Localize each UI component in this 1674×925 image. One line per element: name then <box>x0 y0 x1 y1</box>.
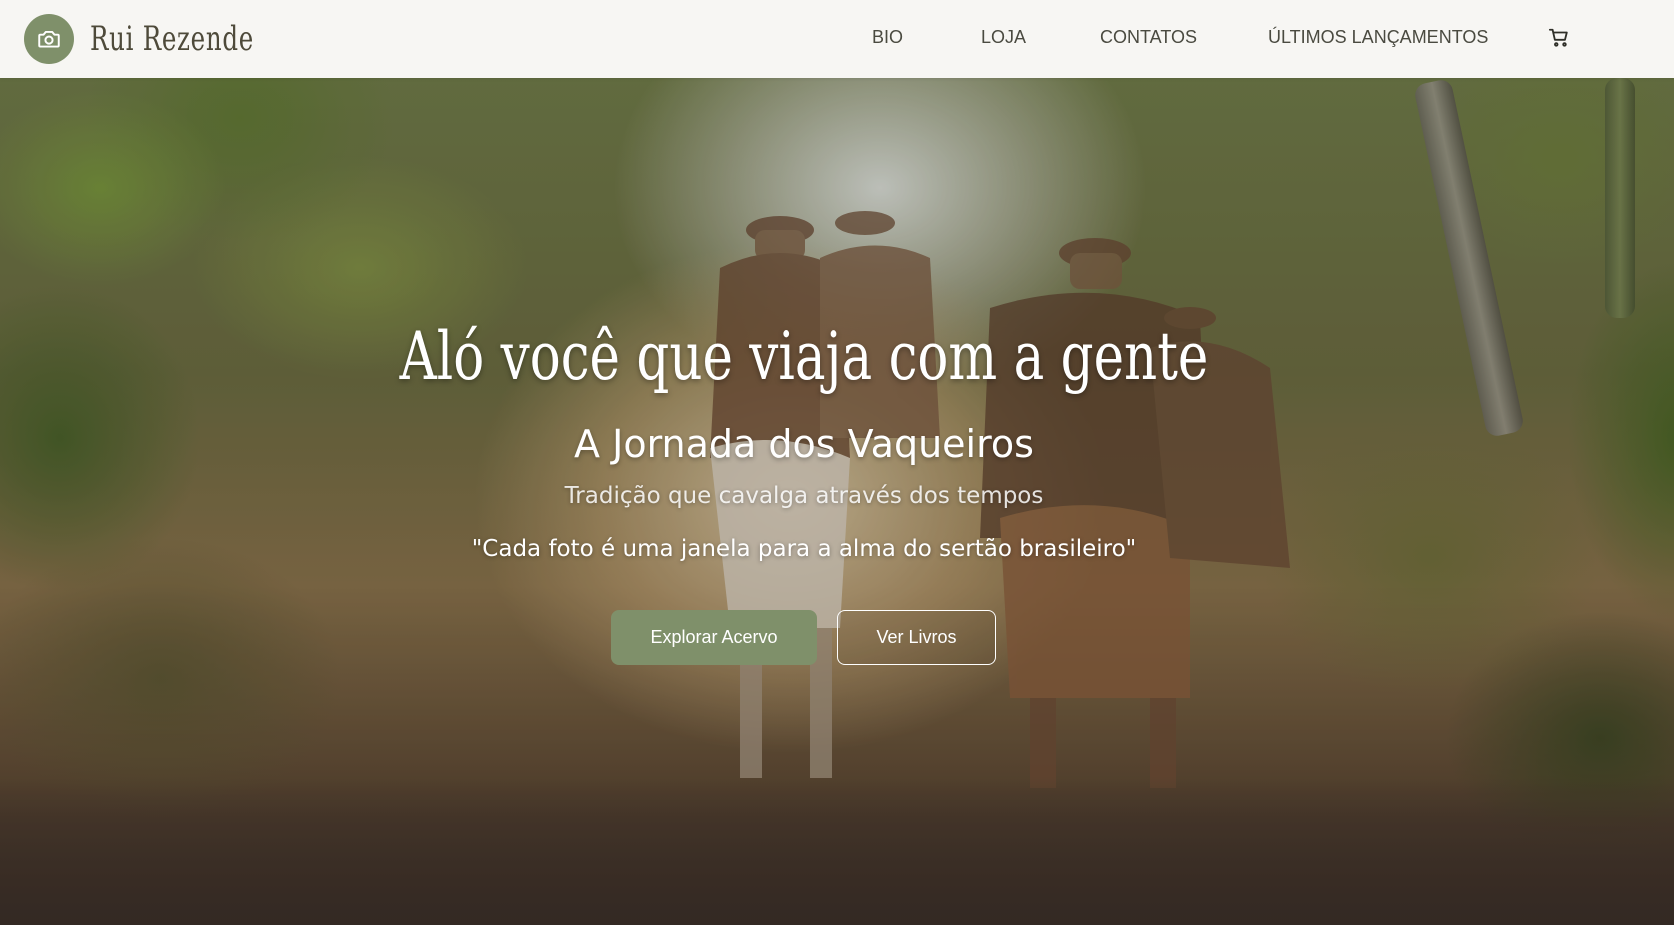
hero-section: Aló você que viaja com a gente A Jornada… <box>0 78 1674 925</box>
site-header: Rui Rezende BIO LOJA CONTATOS ÚLTIMOS LA… <box>0 0 1674 78</box>
hero-content: Aló você que viaja com a gente A Jornada… <box>0 78 1674 925</box>
nav-ultimos-lancamentos[interactable]: ÚLTIMOS LANÇAMENTOS <box>1268 27 1488 48</box>
hero-subtitle: A Jornada dos Vaqueiros <box>574 422 1034 466</box>
nav-loja[interactable]: LOJA <box>981 27 1026 48</box>
explorar-acervo-button[interactable]: Explorar Acervo <box>611 610 817 665</box>
cart-icon[interactable] <box>1548 27 1570 49</box>
nav-bio[interactable]: BIO <box>872 27 903 48</box>
hero-title: Aló você que viaja com a gente <box>399 318 1209 395</box>
ver-livros-button[interactable]: Ver Livros <box>837 610 996 665</box>
hero-quote: "Cada foto é uma janela para a alma do s… <box>471 536 1137 562</box>
hero-tagline: Tradição que cavalga através dos tempos <box>564 483 1044 509</box>
nav-contatos[interactable]: CONTATOS <box>1100 27 1197 48</box>
main-nav: BIO LOJA CONTATOS ÚLTIMOS LANÇAMENTOS <box>0 0 1674 78</box>
